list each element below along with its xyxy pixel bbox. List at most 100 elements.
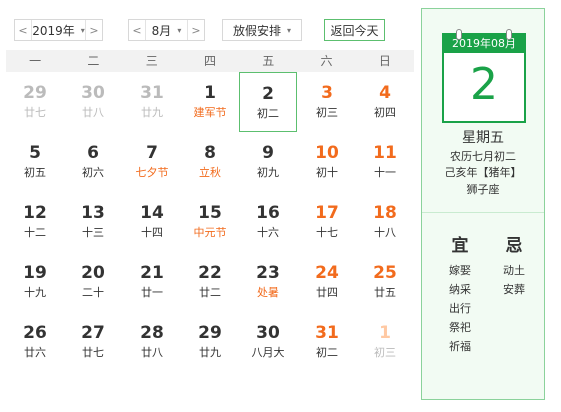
date-cell[interactable]: 14 十四 [123,192,181,252]
chevron-down-icon: ▾ [287,25,292,35]
date-number: 13 [81,203,105,223]
weekday-label: 三 [145,54,158,68]
date-number: 5 [29,143,41,163]
next-month-button[interactable]: > [188,20,204,40]
holiday-dropdown[interactable]: 放假安排 ▾ [222,19,302,41]
lunar-date-label: 十八 [374,226,396,239]
lunar-date-label: 二十 [82,286,104,299]
lunar-date-label: 十二 [24,226,46,239]
date-cell[interactable]: 1 初三 [356,312,414,372]
date-cell[interactable]: 27 廿七 [64,312,122,372]
date-number: 6 [87,143,99,163]
date-cell[interactable]: 7 七夕节 [123,132,181,192]
date-cell[interactable]: 16 十六 [239,192,297,252]
weekday-header: 一 二 三 四 五 六 日 [6,50,414,72]
date-cell[interactable]: 13 十三 [64,192,122,252]
date-cell[interactable]: 5 初五 [6,132,64,192]
date-cell[interactable]: 30 八月大 [239,312,297,372]
date-cell[interactable]: 1 建军节 [181,72,239,132]
lunar-date-label: 廿七 [82,346,104,359]
next-year-button[interactable]: > [86,20,102,40]
date-cell[interactable]: 31 廿九 [123,72,181,132]
date-number: 31 [315,323,339,343]
lunar-date-label: 廿一 [141,286,163,299]
month-selector[interactable]: < 8月 ▾ > [128,19,205,41]
date-cell[interactable]: 6 初六 [64,132,122,192]
date-cell[interactable]: 31 初二 [298,312,356,372]
binder-ring-icon [456,29,462,40]
weekday-label: 二 [87,54,100,68]
date-cell[interactable]: 20 二十 [64,252,122,312]
date-cell[interactable]: 24 廿四 [298,252,356,312]
festival-label: 建军节 [193,106,227,119]
date-number: 2 [262,84,274,104]
festival-label: 处暑 [257,286,279,299]
date-cell[interactable]: 9 初九 [239,132,297,192]
date-cell[interactable]: 4 初四 [356,72,414,132]
date-number: 1 [204,83,216,103]
date-cell[interactable]: 29 廿七 [6,72,64,132]
lunar-date-label: 廿八 [82,106,104,119]
lunar-date-label: 初二 [257,107,279,120]
date-number: 31 [140,83,164,103]
date-cell[interactable]: 29 廿九 [181,312,239,372]
date-number: 25 [373,263,397,283]
prev-year-button[interactable]: < [15,20,31,40]
date-cell[interactable]: 21 廿一 [123,252,181,312]
festival-label: 七夕节 [135,166,169,179]
weekday-label: 四 [203,54,216,68]
date-cell[interactable]: 15 中元节 [181,192,239,252]
lunar-date-label: 十七 [316,226,338,239]
date-cell[interactable]: 3 初三 [298,72,356,132]
weekday-text: 星期五 [462,130,504,146]
date-cell[interactable]: 25 廿五 [356,252,414,312]
date-cell-selected[interactable]: 2 初二 [239,72,297,132]
year-dropdown[interactable]: 2019年 ▾ [32,22,85,39]
lunar-date-label: 十一 [374,166,396,179]
zodiac-sign-text: 狮子座 [466,183,500,196]
date-cell[interactable]: 22 廿二 [181,252,239,312]
date-number: 17 [315,203,339,223]
yi-item: 嫁娶 [449,264,471,277]
year-selector[interactable]: < 2019年 ▾ > [14,19,103,41]
lunar-date-label: 初二 [316,346,338,359]
lunar-date-label: 初十 [316,166,338,179]
date-cell[interactable]: 26 廿六 [6,312,64,372]
date-number: 4 [379,83,391,103]
lunar-date-label: 初四 [374,106,396,119]
divider [422,212,544,213]
chevron-down-icon: ▾ [177,25,182,35]
lunar-date-label: 廿五 [374,286,396,299]
lunar-date-label: 初五 [24,166,46,179]
date-number: 15 [198,203,222,223]
date-number: 23 [256,263,280,283]
ganzhi-year-text: 己亥年【猪年】 [444,166,522,179]
yi-item: 祭祀 [449,321,471,334]
ji-list: 动土 安葬 [494,261,534,299]
month-value: 8月 [151,23,172,38]
yi-list: 嫁娶 纳采 出行 祭祀 祈福 [440,261,480,356]
date-number: 29 [198,323,222,343]
back-to-today-button[interactable]: 返回今天 [324,19,385,41]
date-cell[interactable]: 23 处暑 [239,252,297,312]
date-cell[interactable]: 8 立秋 [181,132,239,192]
month-dropdown[interactable]: 8月 ▾ [146,22,187,39]
lunar-date-label: 初六 [82,166,104,179]
date-number: 29 [23,83,47,103]
date-cell[interactable]: 19 十九 [6,252,64,312]
lunar-date-label: 廿九 [199,346,221,359]
date-cell[interactable]: 11 十一 [356,132,414,192]
date-number: 10 [315,143,339,163]
date-cell[interactable]: 30 廿八 [64,72,122,132]
weekday-label: 一 [29,54,42,68]
date-cell[interactable]: 28 廿八 [123,312,181,372]
prev-month-button[interactable]: < [129,20,145,40]
date-cell[interactable]: 12 十二 [6,192,64,252]
date-cell[interactable]: 18 十八 [356,192,414,252]
weekday-label: 六 [320,54,333,68]
lunar-date-label: 廿六 [24,346,46,359]
date-cell[interactable]: 17 十七 [298,192,356,252]
date-card-day: 2 [470,59,498,110]
date-cell[interactable]: 10 初十 [298,132,356,192]
yi-title: 宜 [451,236,469,256]
